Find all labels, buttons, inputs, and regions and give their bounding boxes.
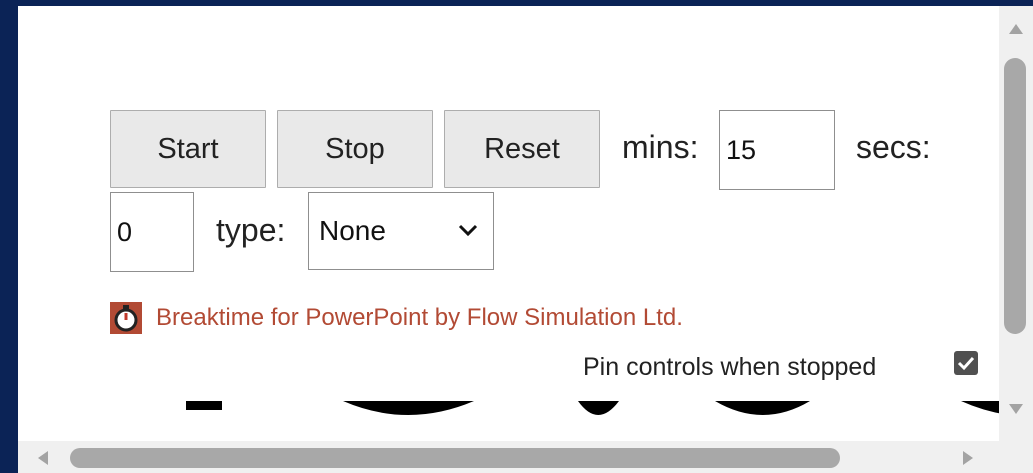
vertical-scrollbar-thumb[interactable] [1004, 58, 1026, 334]
large-countdown-display [186, 401, 1008, 415]
scroll-left-icon[interactable] [38, 451, 48, 465]
scroll-up-icon[interactable] [1009, 24, 1023, 34]
app-pane: Start Stop Reset mins: 15 secs: 0 type: … [18, 6, 1033, 473]
mins-input[interactable]: 15 [719, 110, 835, 190]
mins-label: mins: [622, 129, 699, 165]
horizontal-scrollbar[interactable] [18, 441, 1033, 473]
horizontal-scrollbar-thumb[interactable] [70, 448, 840, 468]
pin-controls-checkbox[interactable] [954, 351, 978, 375]
stopwatch-icon [110, 302, 142, 334]
type-select[interactable]: None [308, 192, 494, 270]
secs-label: secs: [856, 129, 931, 165]
type-select-value: None [319, 215, 386, 246]
start-button[interactable]: Start [110, 110, 266, 188]
secs-input[interactable]: 0 [110, 192, 194, 272]
scroll-down-icon[interactable] [1009, 404, 1023, 414]
reset-button[interactable]: Reset [444, 110, 600, 188]
checkmark-icon [957, 356, 975, 371]
branding: Breaktime for PowerPoint by Flow Simulat… [110, 300, 683, 336]
branding-text: Breaktime for PowerPoint by Flow Simulat… [156, 304, 683, 331]
stop-button[interactable]: Stop [277, 110, 433, 188]
pin-controls-label: Pin controls when stopped [583, 353, 877, 381]
chevron-down-icon [458, 224, 478, 237]
scroll-right-icon[interactable] [963, 451, 973, 465]
type-label: type: [216, 212, 286, 248]
vertical-scrollbar[interactable] [999, 6, 1033, 441]
